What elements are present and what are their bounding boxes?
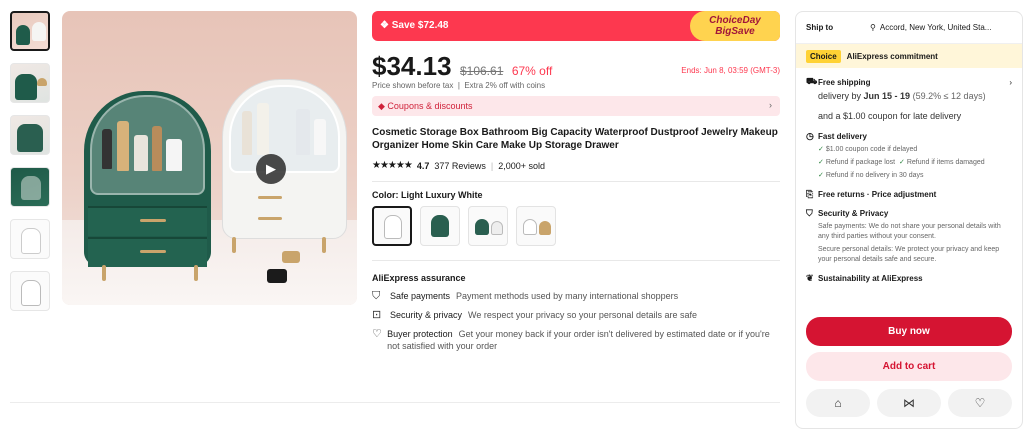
price-note: Price shown before tax | Extra 2% off wi…: [372, 81, 546, 90]
lock-icon: ⊡: [372, 309, 382, 321]
free-shipping-heading[interactable]: ⛟ Free shipping ›: [806, 76, 1012, 88]
return-icon: ⎘: [806, 189, 814, 199]
play-video-button[interactable]: ▶: [256, 154, 286, 184]
ship-location: Accord, New York, United Sta...: [879, 23, 992, 32]
color-label: Color: Light Luxury White: [372, 190, 483, 200]
ship-to-row[interactable]: Ship to ⚲ Accord, New York, United Sta..…: [796, 12, 1022, 44]
share-button[interactable]: ⋈: [877, 389, 941, 417]
current-price: $34.13: [372, 51, 452, 81]
delivery-estimate: delivery by Jun 15 - 19 (59.2% ≤ 12 days…: [818, 91, 986, 101]
chevron-right-icon: ›: [769, 100, 772, 110]
product-info: ❖ Save $72.48 ChoiceDay BigSave $34.13 $…: [372, 11, 780, 352]
sale-end-time: Ends: Jun 8, 03:59 (GMT-3): [681, 66, 780, 75]
action-icons: ⌂ ⋈ ♡: [806, 389, 1012, 417]
truck-icon: ⛟: [806, 76, 818, 86]
original-price: $106.61: [459, 64, 504, 78]
swatch-white[interactable]: [372, 206, 412, 246]
thumbnail-1[interactable]: [10, 11, 50, 51]
share-icon: ⋈: [903, 396, 915, 410]
swatch-green-set[interactable]: [468, 206, 508, 246]
assurance-title: AliExpress assurance: [372, 273, 466, 283]
add-to-cart-button[interactable]: Add to cart: [806, 352, 1012, 381]
security-safe-payments: Safe payments: We do not share your pers…: [818, 223, 1001, 240]
leaf-icon: ❦: [806, 273, 814, 283]
purchase-panel: Ship to ⚲ Accord, New York, United Sta..…: [795, 11, 1023, 429]
heart-icon: ♡: [974, 396, 986, 410]
coupons-discounts-row[interactable]: ◆ Coupons & discounts ›: [372, 96, 780, 116]
shield-icon: ⛉: [806, 208, 813, 218]
tag-icon: ❖: [380, 20, 392, 31]
save-banner: ❖ Save $72.48 ChoiceDay BigSave: [372, 11, 780, 41]
fast-delivery-1: ✓ $1.00 coupon code if delayed: [818, 146, 918, 153]
thumbnail-3[interactable]: [10, 115, 50, 155]
reviews-link[interactable]: 377 Reviews: [434, 161, 486, 171]
choice-commitment-bar: Choice AliExpress commitment: [796, 44, 1022, 68]
thumbnail-6[interactable]: [10, 271, 50, 311]
price-row: $34.13 $106.61 67% off Ends: Jun 8, 03:5…: [372, 51, 780, 81]
fast-delivery-heading: ◷ Fast delivery: [806, 131, 867, 141]
wishlist-button[interactable]: ♡: [948, 389, 1012, 417]
chevron-right-icon: ›: [1009, 77, 1012, 87]
assurance-buyer-protection: ♡ Buyer protection Get your money back if…: [372, 328, 770, 351]
swatch-green[interactable]: [420, 206, 460, 246]
check-icon: ✓: [898, 159, 905, 166]
choice-tag: Choice: [806, 49, 841, 63]
sold-count: 2,000+ sold: [498, 160, 546, 171]
fast-delivery-4: ✓ Refund if no delivery in 30 days: [818, 172, 924, 179]
choice-day-badge: ChoiceDay BigSave: [690, 11, 780, 41]
fast-delivery-2: ✓ Refund if package lost ✓ Refund if ite…: [818, 159, 985, 166]
coupon-tag-icon: ◆: [378, 101, 388, 111]
assurance-security-privacy: ⊡ Security & privacy We respect your priv…: [372, 309, 697, 321]
rating-row: ★★★★★ 4.7 377 Reviews | 2,000+ sold: [372, 160, 546, 171]
main-product-image[interactable]: ▶: [62, 11, 357, 305]
assurance-safe-payments: ⛉ Safe payments Payment methods used by m…: [372, 290, 679, 302]
check-icon: ✓: [818, 172, 824, 179]
discount-percent: 67% off: [511, 64, 553, 78]
product-title: Cosmetic Storage Box Bathroom Big Capaci…: [372, 127, 778, 151]
save-amount: Save $72.48: [391, 20, 449, 31]
security-personal-details: Secure personal details: We protect your…: [818, 246, 1000, 263]
clock-icon: ◷: [806, 131, 814, 141]
thumbnail-4[interactable]: [10, 167, 50, 207]
store-button[interactable]: ⌂: [806, 389, 870, 417]
star-rating-icon: ★★★★★: [372, 160, 413, 171]
heart-shield-icon: ♡: [372, 328, 382, 340]
sustainability-heading: ❦ Sustainability at AliExpress: [806, 273, 923, 283]
free-returns-heading: ⎘ Free returns · Price adjustment: [806, 189, 937, 199]
check-icon: ✓: [818, 146, 824, 153]
swatch-white-set[interactable]: [516, 206, 556, 246]
shield-icon: ⛉: [372, 290, 381, 302]
play-icon: ▶: [266, 161, 276, 176]
buy-now-button[interactable]: Buy now: [806, 317, 1012, 346]
thumbnail-5[interactable]: [10, 219, 50, 259]
security-privacy-heading: ⛉ Security & Privacy: [806, 208, 889, 218]
late-delivery-coupon: and a $1.00 coupon for late delivery: [818, 111, 962, 121]
color-swatches: [372, 206, 780, 246]
thumbnail-2[interactable]: [10, 63, 50, 103]
check-icon: ✓: [818, 159, 824, 166]
thumbnail-strip: [10, 11, 52, 323]
rating-value: 4.7: [416, 160, 430, 171]
store-icon: ⌂: [834, 396, 842, 410]
location-pin-icon: ⚲: [870, 23, 876, 32]
